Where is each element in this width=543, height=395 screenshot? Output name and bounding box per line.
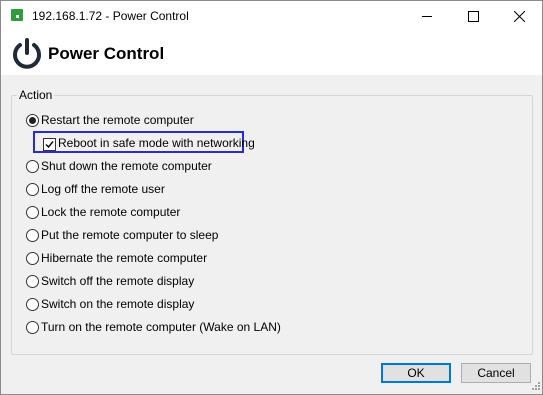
title-bar[interactable]: 192.168.1.72 - Power Control <box>1 1 542 31</box>
cancel-button[interactable]: Cancel <box>461 363 531 383</box>
safe-mode-checkbox[interactable] <box>43 138 56 151</box>
power-control-dialog: 192.168.1.72 - Power Control Power Contr… <box>0 0 543 395</box>
window-title: 192.168.1.72 - Power Control <box>32 9 189 23</box>
action-group-legend: Action <box>17 88 55 102</box>
option-label: Restart the remote computer <box>41 113 194 127</box>
option-label: Lock the remote computer <box>41 205 181 219</box>
option-label: Switch off the remote display <box>41 274 195 288</box>
logoff-radio[interactable] <box>26 183 39 196</box>
shutdown-radio[interactable] <box>26 160 39 173</box>
option-label: Hibernate the remote computer <box>41 251 208 265</box>
display-on-radio[interactable] <box>26 298 39 311</box>
option-label: Shut down the remote computer <box>41 159 212 173</box>
sleep-radio[interactable] <box>26 229 39 242</box>
checkmark-icon <box>45 141 54 149</box>
option-label: Put the remote computer to sleep <box>41 228 219 242</box>
safe-mode-label: Reboot in safe mode with networking <box>58 136 255 150</box>
close-button[interactable] <box>496 1 542 31</box>
restart-radio[interactable] <box>26 114 39 127</box>
dialog-header: Power Control <box>1 31 542 75</box>
wake-on-lan-radio[interactable] <box>26 321 39 334</box>
safe-mode-checkbox-row[interactable]: Reboot in safe mode with networking <box>33 131 255 153</box>
maximize-button[interactable] <box>450 1 496 31</box>
close-icon <box>514 11 525 22</box>
power-icon <box>13 38 41 69</box>
option-label: Turn on the remote computer (Wake on LAN… <box>41 320 281 334</box>
resize-grip-icon[interactable] <box>531 381 541 391</box>
lock-radio[interactable] <box>26 206 39 219</box>
minimize-button[interactable] <box>404 1 450 31</box>
option-label: Log off the remote user <box>41 182 165 196</box>
hibernate-radio[interactable] <box>26 252 39 265</box>
ok-button[interactable]: OK <box>381 363 451 383</box>
display-off-radio[interactable] <box>26 275 39 288</box>
remote-desktop-app-icon <box>11 9 23 21</box>
page-title: Power Control <box>48 44 165 63</box>
option-label: Switch on the remote display <box>41 297 195 311</box>
